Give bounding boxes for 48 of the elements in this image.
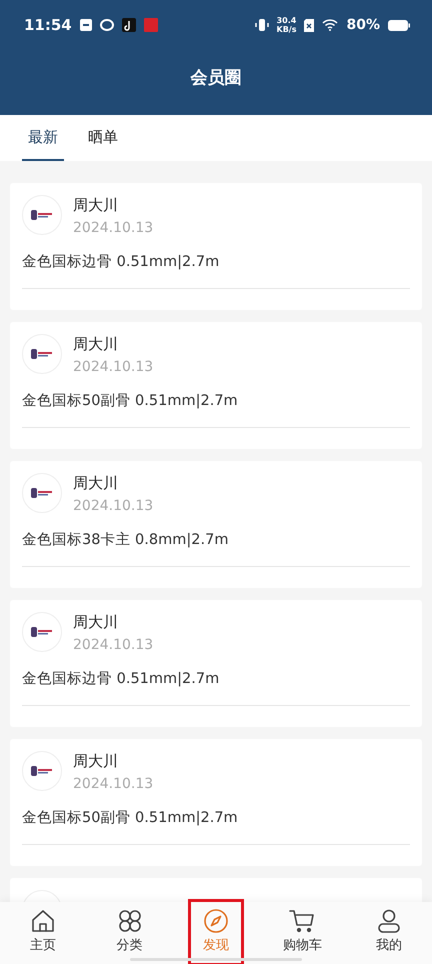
- post-card[interactable]: 周大川 2024.10.13 金色国标38卡主 0.8mm|2.7m: [10, 461, 422, 588]
- logo-icon: [31, 626, 53, 638]
- post-text: 金色国标50副骨 0.51mm|2.7m: [22, 393, 238, 409]
- author-name: 周大川: [73, 334, 119, 355]
- tab[interactable]: 晒单: [82, 115, 124, 161]
- post-card[interactable]: 周大川 2024.10.13 金色国标50副骨 0.51mm|2.7m: [10, 739, 422, 866]
- inbox-icon: [80, 19, 92, 31]
- status-time: 11:54: [24, 16, 72, 34]
- battery-percent: 80%: [346, 17, 380, 33]
- post-date: 2024.10.13: [73, 497, 154, 516]
- home-icon: [30, 908, 56, 934]
- wifi-icon: [322, 19, 338, 31]
- logo-icon: [31, 765, 53, 777]
- author-name: 周大川: [73, 195, 119, 216]
- post-text: 金色国标边骨 0.51mm|2.7m: [22, 671, 220, 687]
- post-text: 金色国标50副骨 0.51mm|2.7m: [22, 810, 238, 826]
- nav-item[interactable]: 我的: [346, 902, 432, 964]
- music-note-icon: [122, 18, 136, 32]
- battery-icon: [388, 20, 410, 30]
- category-icon: [116, 908, 143, 934]
- logo-icon: [31, 209, 53, 221]
- network-speed: 30.4 KB/s: [276, 16, 296, 34]
- user-icon: [376, 908, 402, 934]
- logo-icon: [31, 487, 53, 499]
- post-text: 金色国标边骨 0.51mm|2.7m: [22, 254, 220, 270]
- post-date: 2024.10.13: [73, 219, 154, 238]
- leaf-icon: [100, 19, 114, 31]
- vibrate-icon: [254, 19, 268, 31]
- author-name: 周大川: [73, 612, 119, 633]
- tab[interactable]: 最新: [22, 115, 64, 161]
- cart-icon: [288, 908, 316, 934]
- app-icon: [144, 18, 158, 32]
- sim-icon: [304, 18, 314, 32]
- post-card[interactable]: 周大川 2024.10.13 金色国标边骨 0.51mm|2.7m: [10, 183, 422, 310]
- post-date: 2024.10.13: [73, 775, 154, 794]
- post-date: 2024.10.13: [73, 358, 154, 377]
- nav-item[interactable]: 主页: [0, 902, 86, 964]
- post-date: 2024.10.13: [73, 636, 154, 655]
- post-text: 金色国标38卡主 0.8mm|2.7m: [22, 532, 228, 548]
- author-name: 周大川: [73, 473, 119, 494]
- nav-item[interactable]: 分类: [86, 902, 173, 964]
- nav-item[interactable]: 购物车: [259, 902, 346, 964]
- post-card[interactable]: 周大川 2024.10.13 金色国标边骨 0.51mm|2.7m: [10, 600, 422, 727]
- post-card[interactable]: 周大川 2024.10.13 金色国标50副骨 0.51mm|2.7m: [10, 322, 422, 449]
- page-title: 会员圈: [189, 67, 242, 90]
- author-name: 周大川: [73, 751, 119, 772]
- logo-icon: [31, 348, 53, 360]
- compass-icon: [203, 908, 230, 934]
